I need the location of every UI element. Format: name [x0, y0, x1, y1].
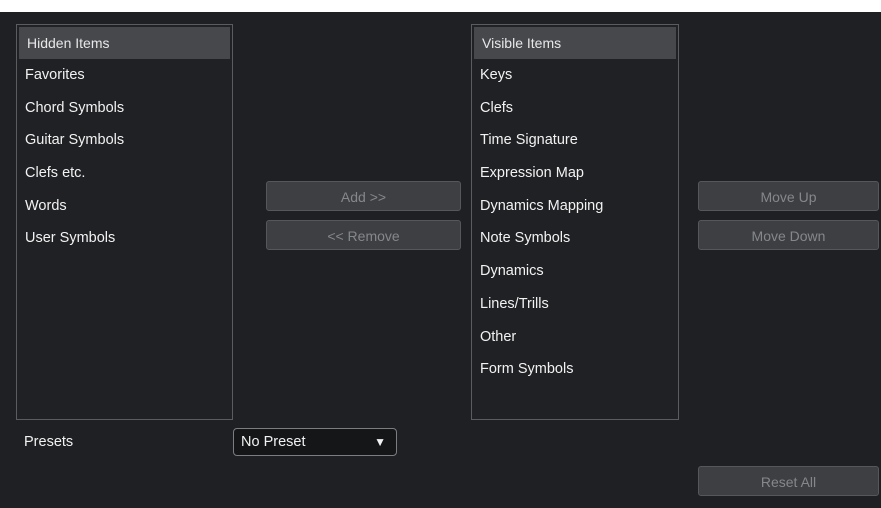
visible-item-expression-map[interactable]: Expression Map	[472, 157, 678, 190]
visible-item-time-signature[interactable]: Time Signature	[472, 124, 678, 157]
visible-item-lines-trills[interactable]: Lines/Trills	[472, 288, 678, 321]
move-down-button[interactable]: Move Down	[698, 220, 879, 250]
visible-item-note-symbols[interactable]: Note Symbols	[472, 222, 678, 255]
visible-items-body: Keys Clefs Time Signature Expression Map…	[472, 59, 678, 386]
visible-item-form-symbols[interactable]: Form Symbols	[472, 353, 678, 386]
hidden-items-body: Favorites Chord Symbols Guitar Symbols C…	[17, 59, 232, 255]
hidden-item-words[interactable]: Words	[17, 190, 232, 223]
hidden-item-chord-symbols[interactable]: Chord Symbols	[17, 92, 232, 125]
hidden-item-favorites[interactable]: Favorites	[17, 59, 232, 92]
visible-item-other[interactable]: Other	[472, 321, 678, 354]
visible-item-keys[interactable]: Keys	[472, 59, 678, 92]
visible-item-dynamics[interactable]: Dynamics	[472, 255, 678, 288]
hidden-item-user-symbols[interactable]: User Symbols	[17, 222, 232, 255]
visible-item-clefs[interactable]: Clefs	[472, 92, 678, 125]
presets-label: Presets	[24, 434, 74, 450]
remove-button[interactable]: << Remove	[266, 220, 461, 250]
hidden-items-header: Hidden Items	[19, 27, 230, 59]
top-strip	[0, 0, 881, 12]
visible-items-header: Visible Items	[474, 27, 676, 59]
hidden-item-guitar-symbols[interactable]: Guitar Symbols	[17, 124, 232, 157]
presets-dropdown-value: No Preset	[241, 434, 306, 450]
hidden-item-clefs-etc[interactable]: Clefs etc.	[17, 157, 232, 190]
hidden-items-list[interactable]: Hidden Items Favorites Chord Symbols Gui…	[16, 24, 233, 420]
presets-dropdown[interactable]: No Preset ▼	[233, 428, 397, 456]
move-up-button[interactable]: Move Up	[698, 181, 879, 211]
reset-all-button[interactable]: Reset All	[698, 466, 879, 496]
add-button[interactable]: Add >>	[266, 181, 461, 211]
visible-items-list[interactable]: Visible Items Keys Clefs Time Signature …	[471, 24, 679, 420]
visible-item-dynamics-mapping[interactable]: Dynamics Mapping	[472, 190, 678, 223]
chevron-down-icon: ▼	[374, 435, 386, 449]
